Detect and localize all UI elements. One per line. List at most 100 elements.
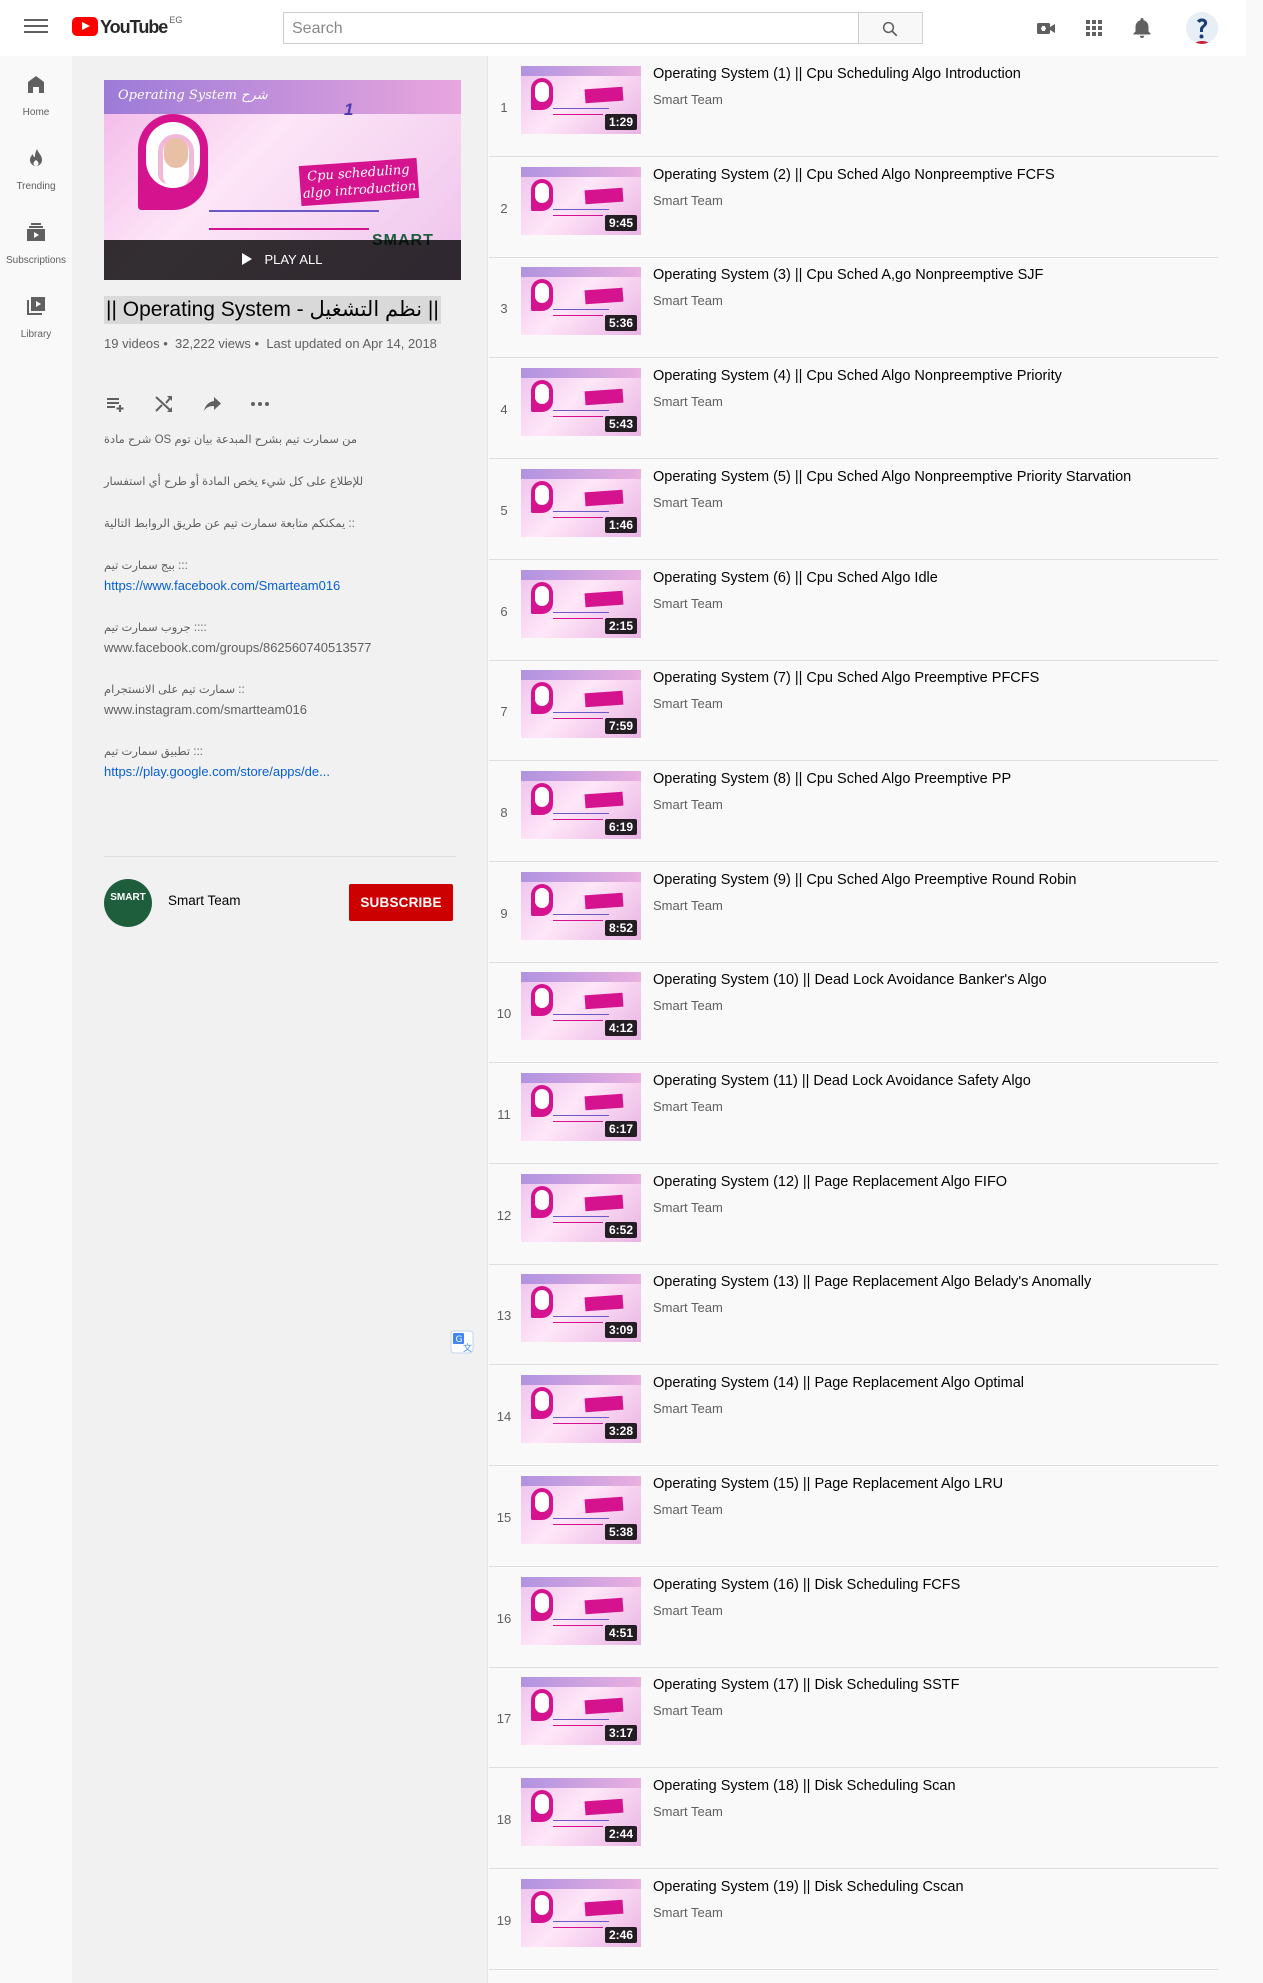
video-thumbnail[interactable]: 5:38 [521,1475,641,1544]
video-thumbnail[interactable]: 3:17 [521,1677,641,1746]
video-thumbnail[interactable]: 7:59 [521,670,641,739]
translate-icon[interactable]: G文 [450,1330,474,1354]
video-thumbnail[interactable]: 2:15 [521,569,641,638]
video-thumbnail[interactable]: 8:52 [521,871,641,940]
video-title[interactable]: Operating System (4) || Cpu Sched Algo N… [653,366,1213,386]
playlist-video-row[interactable]: 1 1:29 Operating System (1) || Cpu Schedul… [489,56,1218,157]
nav-item-library[interactable]: Library [0,278,72,352]
video-title[interactable]: Operating System (1) || Cpu Scheduling A… [653,64,1213,84]
video-thumbnail[interactable]: 1:29 [521,66,641,134]
video-thumbnail[interactable]: 3:09 [521,1274,641,1343]
search-input[interactable] [284,13,858,43]
video-channel[interactable]: Smart Team [653,92,723,107]
video-title[interactable]: Operating System (12) || Page Replacemen… [653,1172,1213,1192]
play-all-button[interactable]: PLAY ALL [104,240,461,280]
subscribe-button[interactable]: SUBSCRIBE [349,884,453,921]
playlist-video-row[interactable]: 14 3:28 Operating System (14) || Page Repl… [489,1365,1218,1467]
video-title[interactable]: Operating System (6) || Cpu Sched Algo I… [653,568,1213,588]
playlist-video-row[interactable]: 5 1:46 Operating System (5) || Cpu Sched A… [489,459,1218,560]
channel-avatar[interactable]: SMART [104,879,152,927]
video-title[interactable]: Operating System (8) || Cpu Sched Algo P… [653,769,1213,789]
video-channel[interactable]: Smart Team [653,495,723,510]
playlist-video-row[interactable]: 16 4:51 Operating System (16) || Disk Sche… [489,1567,1218,1668]
hamburger-menu-icon[interactable] [24,16,48,40]
app-store-link[interactable]: https://play.google.com/store/apps/de... [104,762,454,782]
apps-grid-icon[interactable] [1082,16,1106,40]
playlist-video-row[interactable]: 15 5:38 Operating System (15) || Page Repl… [489,1466,1218,1567]
video-title[interactable]: Operating System (13) || Page Replacemen… [653,1272,1213,1292]
video-channel[interactable]: Smart Team [653,898,723,913]
shuffle-icon[interactable] [152,392,176,416]
video-channel[interactable]: Smart Team [653,797,723,812]
video-thumbnail[interactable]: 9:45 [521,166,641,235]
video-channel[interactable]: Smart Team [653,193,723,208]
search-button[interactable] [859,12,923,44]
nav-item-home[interactable]: Home [0,56,72,130]
video-title[interactable]: Operating System (7) || Cpu Sched Algo P… [653,668,1213,688]
video-thumbnail[interactable]: 6:52 [521,1173,641,1242]
video-channel[interactable]: Smart Team [653,293,723,308]
playlist-video-row[interactable]: 4 5:43 Operating System (4) || Cpu Sched A… [489,358,1218,460]
video-title[interactable]: Operating System (16) || Disk Scheduling… [653,1575,1213,1595]
video-title[interactable]: Operating System (11) || Dead Lock Avoid… [653,1071,1213,1091]
playlist-video-row[interactable]: 9 8:52 Operating System (9) || Cpu Sched A… [489,862,1218,963]
video-thumbnail[interactable]: 5:43 [521,368,641,437]
video-title[interactable]: Operating System (9) || Cpu Sched Algo P… [653,870,1213,890]
video-title[interactable]: Operating System (19) || Disk Scheduling… [653,1877,1213,1897]
account-avatar[interactable] [1186,12,1218,44]
video-thumbnail[interactable]: 5:36 [521,267,641,336]
video-title[interactable]: Operating System (15) || Page Replacemen… [653,1474,1213,1494]
video-channel[interactable]: Smart Team [653,1905,723,1920]
video-channel[interactable]: Smart Team [653,1200,723,1215]
video-channel[interactable]: Smart Team [653,1804,723,1819]
video-title[interactable]: Operating System (10) || Dead Lock Avoid… [653,970,1213,990]
playlist-thumbnail[interactable]: Operating System شرح 1 Cpu scheduling al… [104,80,461,280]
video-thumbnail[interactable]: 4:51 [521,1576,641,1645]
youtube-logo[interactable]: YouTube EG [72,15,182,39]
add-to-playlist-icon[interactable] [104,392,128,416]
video-title[interactable]: Operating System (14) || Page Replacemen… [653,1373,1213,1393]
video-channel[interactable]: Smart Team [653,596,723,611]
playlist-video-row[interactable]: 17 3:17 Operating System (17) || Disk Sche… [489,1667,1218,1769]
create-video-icon[interactable] [1034,16,1058,40]
video-thumbnail[interactable]: 2:46 [521,1878,641,1947]
video-channel[interactable]: Smart Team [653,1502,723,1517]
video-thumbnail[interactable]: 6:19 [521,770,641,839]
video-channel[interactable]: Smart Team [653,696,723,711]
video-title[interactable]: Operating System (17) || Disk Scheduling… [653,1675,1213,1695]
video-title[interactable]: Operating System (2) || Cpu Sched Algo N… [653,165,1213,185]
channel-name[interactable]: Smart Team [168,893,241,908]
video-channel[interactable]: Smart Team [653,1300,723,1315]
facebook-page-link[interactable]: https://www.facebook.com/Smarteam016 [104,576,454,596]
notifications-bell-icon[interactable] [1130,16,1154,40]
nav-item-subscriptions[interactable]: Subscriptions [0,204,72,278]
playlist-video-row[interactable]: 11 6:17 Operating System (11) || Dead Lock… [489,1063,1218,1164]
playlist-video-row[interactable]: 8 6:19 Operating System (8) || Cpu Sched A… [489,761,1218,862]
video-thumbnail[interactable]: 3:28 [521,1375,641,1444]
playlist-video-row[interactable]: 7 7:59 Operating System (7) || Cpu Sched A… [489,660,1218,762]
video-channel[interactable]: Smart Team [653,394,723,409]
video-channel[interactable]: Smart Team [653,998,723,1013]
playlist-video-row[interactable]: 12 6:52 Operating System (12) || Page Repl… [489,1164,1218,1265]
video-channel[interactable]: Smart Team [653,1099,723,1114]
playlist-video-row[interactable]: 10 4:12 Operating System (10) || Dead Lock… [489,962,1218,1064]
video-title[interactable]: Operating System (5) || Cpu Sched Algo N… [653,467,1213,487]
playlist-video-row[interactable]: 13 3:09 Operating System (13) || Page Repl… [489,1264,1218,1366]
video-thumbnail[interactable]: 6:17 [521,1073,641,1141]
video-channel[interactable]: Smart Team [653,1603,723,1618]
playlist-video-row[interactable]: 19 2:46 Operating System (19) || Disk Sche… [489,1869,1218,1970]
video-channel[interactable]: Smart Team [653,1401,723,1416]
playlist-video-row[interactable]: 3 5:36 Operating System (3) || Cpu Sched A… [489,257,1218,359]
share-icon[interactable] [200,392,224,416]
playlist-video-row[interactable]: 6 2:15 Operating System (6) || Cpu Sched A… [489,560,1218,661]
video-thumbnail[interactable]: 4:12 [521,972,641,1041]
video-channel[interactable]: Smart Team [653,1703,723,1718]
playlist-title[interactable]: || Operating System - نظم التشغيل || [104,296,441,324]
video-thumbnail[interactable]: 1:46 [521,468,641,537]
video-thumbnail[interactable]: 2:44 [521,1777,641,1846]
playlist-video-row[interactable]: 2 9:45 Operating System (2) || Cpu Sched A… [489,157,1218,258]
video-title[interactable]: Operating System (18) || Disk Scheduling… [653,1776,1213,1796]
more-options-icon[interactable] [248,392,272,416]
playlist-video-row[interactable]: 18 2:44 Operating System (18) || Disk Sche… [489,1768,1218,1869]
video-title[interactable]: Operating System (3) || Cpu Sched A,go N… [653,265,1213,285]
